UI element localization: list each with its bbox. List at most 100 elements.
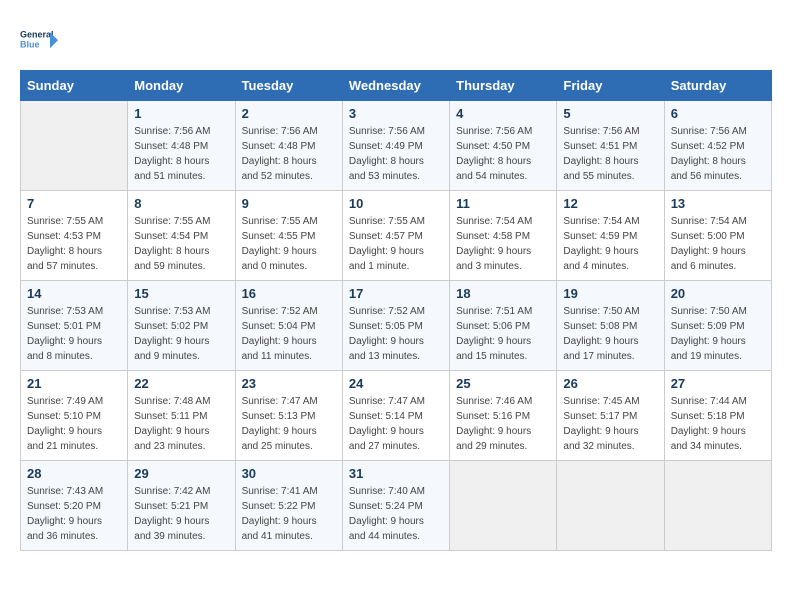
day-number: 4 [456, 106, 550, 121]
day-number: 16 [242, 286, 336, 301]
calendar-cell: 16 Sunrise: 7:52 AMSunset: 5:04 PMDayligh… [235, 281, 342, 371]
day-info: Sunrise: 7:56 AMSunset: 4:50 PMDaylight:… [456, 124, 550, 184]
day-info: Sunrise: 7:54 AMSunset: 5:00 PMDaylight:… [671, 214, 765, 274]
day-number: 1 [134, 106, 228, 121]
calendar-cell: 6 Sunrise: 7:56 AMSunset: 4:52 PMDaylight… [664, 101, 771, 191]
day-info: Sunrise: 7:50 AMSunset: 5:08 PMDaylight:… [563, 304, 657, 364]
day-number: 30 [242, 466, 336, 481]
calendar-cell: 12 Sunrise: 7:54 AMSunset: 4:59 PMDayligh… [557, 191, 664, 281]
day-info: Sunrise: 7:42 AMSunset: 5:21 PMDaylight:… [134, 484, 228, 544]
day-number: 5 [563, 106, 657, 121]
day-number: 31 [349, 466, 443, 481]
day-info: Sunrise: 7:49 AMSunset: 5:10 PMDaylight:… [27, 394, 121, 454]
calendar-cell [21, 101, 128, 191]
calendar-cell: 30 Sunrise: 7:41 AMSunset: 5:22 PMDayligh… [235, 461, 342, 551]
svg-text:General: General [20, 29, 54, 39]
calendar-cell: 31 Sunrise: 7:40 AMSunset: 5:24 PMDayligh… [342, 461, 449, 551]
calendar-cell: 19 Sunrise: 7:50 AMSunset: 5:08 PMDayligh… [557, 281, 664, 371]
calendar-cell: 3Sunrise: 7:56 AMSunset: 4:49 PMDaylight… [342, 101, 449, 191]
calendar-cell: 15 Sunrise: 7:53 AMSunset: 5:02 PMDayligh… [128, 281, 235, 371]
weekday-header-tuesday: Tuesday [235, 71, 342, 101]
day-number: 19 [563, 286, 657, 301]
day-info: Sunrise: 7:43 AMSunset: 5:20 PMDaylight:… [27, 484, 121, 544]
calendar-cell: 17 Sunrise: 7:52 AMSunset: 5:05 PMDayligh… [342, 281, 449, 371]
calendar-cell: 18 Sunrise: 7:51 AMSunset: 5:06 PMDayligh… [450, 281, 557, 371]
day-number: 9 [242, 196, 336, 211]
weekday-header-wednesday: Wednesday [342, 71, 449, 101]
day-number: 24 [349, 376, 443, 391]
logo-icon: GeneralBlue [20, 20, 60, 60]
day-number: 10 [349, 196, 443, 211]
day-info: Sunrise: 7:56 AMSunset: 4:52 PMDaylight:… [671, 124, 765, 184]
calendar-cell: 29 Sunrise: 7:42 AMSunset: 5:21 PMDayligh… [128, 461, 235, 551]
day-info: Sunrise: 7:48 AMSunset: 5:11 PMDaylight:… [134, 394, 228, 454]
day-info: Sunrise: 7:56 AMSunset: 4:48 PMDaylight:… [242, 124, 336, 184]
calendar-cell: 1 Sunrise: 7:56 AMSunset: 4:48 PMDaylight… [128, 101, 235, 191]
day-number: 21 [27, 376, 121, 391]
day-number: 25 [456, 376, 550, 391]
day-number: 23 [242, 376, 336, 391]
calendar-week-row: 1 Sunrise: 7:56 AMSunset: 4:48 PMDaylight… [21, 101, 772, 191]
calendar-cell: 13 Sunrise: 7:54 AMSunset: 5:00 PMDayligh… [664, 191, 771, 281]
day-number: 27 [671, 376, 765, 391]
calendar-cell: 11Sunrise: 7:54 AMSunset: 4:58 PMDayligh… [450, 191, 557, 281]
day-number: 17 [349, 286, 443, 301]
calendar-week-row: 21 Sunrise: 7:49 AMSunset: 5:10 PMDayligh… [21, 371, 772, 461]
weekday-header-sunday: Sunday [21, 71, 128, 101]
day-info: Sunrise: 7:45 AMSunset: 5:17 PMDaylight:… [563, 394, 657, 454]
day-number: 2 [242, 106, 336, 121]
day-info: Sunrise: 7:54 AMSunset: 4:58 PMDaylight:… [456, 214, 550, 274]
day-number: 3 [349, 106, 443, 121]
day-info: Sunrise: 7:47 AMSunset: 5:14 PMDaylight:… [349, 394, 443, 454]
day-info: Sunrise: 7:52 AMSunset: 5:05 PMDaylight:… [349, 304, 443, 364]
svg-text:Blue: Blue [20, 39, 40, 49]
day-info: Sunrise: 7:53 AMSunset: 5:02 PMDaylight:… [134, 304, 228, 364]
calendar-week-row: 7 Sunrise: 7:55 AMSunset: 4:53 PMDaylight… [21, 191, 772, 281]
calendar-table: SundayMondayTuesdayWednesdayThursdayFrid… [20, 70, 772, 551]
calendar-cell: 10 Sunrise: 7:55 AMSunset: 4:57 PMDayligh… [342, 191, 449, 281]
day-info: Sunrise: 7:55 AMSunset: 4:55 PMDaylight:… [242, 214, 336, 274]
day-number: 22 [134, 376, 228, 391]
day-number: 29 [134, 466, 228, 481]
day-number: 20 [671, 286, 765, 301]
day-info: Sunrise: 7:56 AMSunset: 4:48 PMDaylight:… [134, 124, 228, 184]
day-number: 6 [671, 106, 765, 121]
calendar-cell: 24 Sunrise: 7:47 AMSunset: 5:14 PMDayligh… [342, 371, 449, 461]
day-number: 14 [27, 286, 121, 301]
calendar-cell: 4 Sunrise: 7:56 AMSunset: 4:50 PMDaylight… [450, 101, 557, 191]
logo: GeneralBlue [20, 20, 60, 60]
day-info: Sunrise: 7:41 AMSunset: 5:22 PMDaylight:… [242, 484, 336, 544]
day-number: 18 [456, 286, 550, 301]
calendar-cell [450, 461, 557, 551]
calendar-cell: 28 Sunrise: 7:43 AMSunset: 5:20 PMDayligh… [21, 461, 128, 551]
weekday-header-row: SundayMondayTuesdayWednesdayThursdayFrid… [21, 71, 772, 101]
weekday-header-thursday: Thursday [450, 71, 557, 101]
page-header: GeneralBlue [20, 20, 772, 60]
day-info: Sunrise: 7:55 AMSunset: 4:57 PMDaylight:… [349, 214, 443, 274]
day-number: 28 [27, 466, 121, 481]
day-number: 12 [563, 196, 657, 211]
day-info: Sunrise: 7:55 AMSunset: 4:53 PMDaylight:… [27, 214, 121, 274]
day-number: 13 [671, 196, 765, 211]
day-number: 26 [563, 376, 657, 391]
day-info: Sunrise: 7:40 AMSunset: 5:24 PMDaylight:… [349, 484, 443, 544]
day-info: Sunrise: 7:44 AMSunset: 5:18 PMDaylight:… [671, 394, 765, 454]
day-info: Sunrise: 7:51 AMSunset: 5:06 PMDaylight:… [456, 304, 550, 364]
day-info: Sunrise: 7:54 AMSunset: 4:59 PMDaylight:… [563, 214, 657, 274]
calendar-cell: 8Sunrise: 7:55 AMSunset: 4:54 PMDaylight… [128, 191, 235, 281]
calendar-cell: 26 Sunrise: 7:45 AMSunset: 5:17 PMDayligh… [557, 371, 664, 461]
day-number: 15 [134, 286, 228, 301]
calendar-cell [664, 461, 771, 551]
calendar-week-row: 28 Sunrise: 7:43 AMSunset: 5:20 PMDayligh… [21, 461, 772, 551]
calendar-cell: 14Sunrise: 7:53 AMSunset: 5:01 PMDayligh… [21, 281, 128, 371]
calendar-cell: 22 Sunrise: 7:48 AMSunset: 5:11 PMDayligh… [128, 371, 235, 461]
weekday-header-friday: Friday [557, 71, 664, 101]
day-info: Sunrise: 7:52 AMSunset: 5:04 PMDaylight:… [242, 304, 336, 364]
day-number: 7 [27, 196, 121, 211]
calendar-cell: 5Sunrise: 7:56 AMSunset: 4:51 PMDaylight… [557, 101, 664, 191]
day-info: Sunrise: 7:50 AMSunset: 5:09 PMDaylight:… [671, 304, 765, 364]
weekday-header-saturday: Saturday [664, 71, 771, 101]
calendar-week-row: 14Sunrise: 7:53 AMSunset: 5:01 PMDayligh… [21, 281, 772, 371]
day-info: Sunrise: 7:47 AMSunset: 5:13 PMDaylight:… [242, 394, 336, 454]
calendar-cell: 7 Sunrise: 7:55 AMSunset: 4:53 PMDaylight… [21, 191, 128, 281]
